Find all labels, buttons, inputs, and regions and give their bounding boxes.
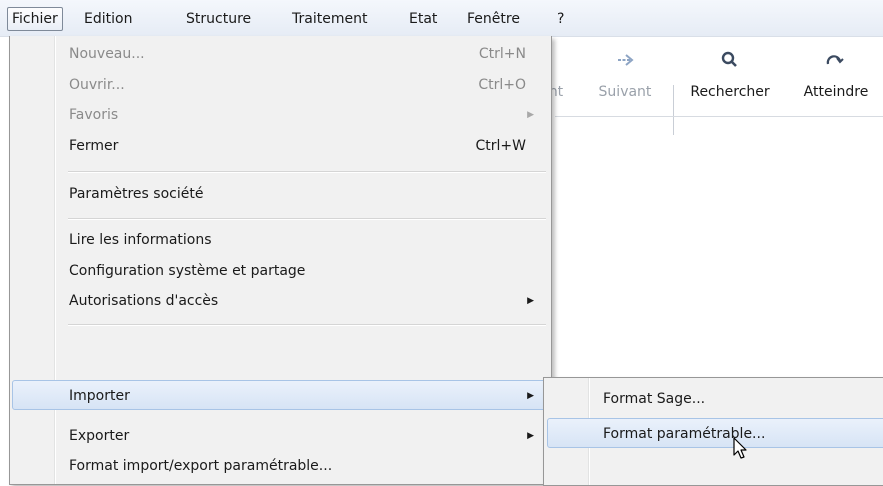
mouse-cursor-icon — [733, 437, 749, 465]
submenu-arrow-icon: ▶ — [527, 391, 534, 401]
menu-item-autorisations[interactable]: Autorisations d'accès ▶ — [12, 286, 547, 316]
toolbar-separator — [673, 85, 674, 135]
menu-item-ouvrir[interactable]: Ouvrir... Ctrl+O — [12, 70, 547, 100]
arrow-right-icon — [590, 49, 660, 71]
menu-item-format-import-export[interactable]: Format import/export paramétrable... — [12, 451, 547, 481]
goto-button[interactable]: Atteindre — [786, 37, 883, 105]
search-button[interactable]: Rechercher — [680, 37, 780, 105]
menu-item-exporter[interactable]: Exporter ▶ — [12, 421, 547, 451]
menu-edition[interactable]: Edition — [80, 8, 136, 30]
import-submenu: Format Sage... Format paramétrable... — [543, 377, 883, 486]
menu-item-label: Paramètres société — [69, 186, 204, 202]
menu-item-label: Format Sage... — [603, 391, 706, 407]
submenu-arrow-icon: ▶ — [527, 296, 534, 306]
menu-item-label: Fermer — [69, 138, 119, 154]
menu-etat[interactable]: Etat — [405, 8, 441, 30]
menu-help[interactable]: ? — [553, 8, 568, 30]
search-icon — [680, 49, 780, 71]
menu-item-format-parametrable[interactable]: Format paramétrable... — [547, 418, 883, 448]
menu-bar: Fichier Edition Structure Traitement Eta… — [0, 0, 883, 37]
menu-item-label: Lire les informations — [69, 232, 212, 248]
toolbar-border — [555, 116, 883, 117]
menu-traitement[interactable]: Traitement — [288, 8, 371, 30]
menu-item-label: Nouveau... — [69, 46, 145, 62]
goto-label: Atteindre — [803, 84, 869, 100]
submenu-arrow-icon: ▶ — [527, 110, 534, 120]
menu-item-lire-informations[interactable]: Lire les informations — [12, 225, 547, 255]
menu-separator — [68, 171, 546, 173]
shortcut-label: Ctrl+W — [475, 138, 526, 154]
menu-item-label: Configuration système et partage — [69, 263, 306, 279]
menu-item-format-sage[interactable]: Format Sage... — [547, 384, 883, 414]
submenu-arrow-icon: ▶ — [527, 431, 534, 441]
menu-item-label: Exporter — [69, 428, 130, 444]
next-label: Suivant — [598, 84, 652, 100]
next-button[interactable]: Suivant — [590, 37, 660, 105]
shortcut-label: Ctrl+N — [478, 46, 526, 62]
menu-fichier[interactable]: Fichier — [7, 7, 63, 31]
menu-item-nouveau[interactable]: Nouveau... Ctrl+N — [12, 39, 547, 69]
menu-item-label: Format import/export paramétrable... — [69, 458, 333, 474]
menu-item-label: Favoris — [69, 107, 119, 123]
menu-item-parametres-societe[interactable]: Paramètres société — [12, 179, 547, 209]
menu-item-label: Importer — [69, 388, 130, 404]
search-label: Rechercher — [690, 84, 770, 100]
menu-item-favoris[interactable]: Favoris ▶ — [12, 100, 547, 130]
menu-item-label: Ouvrir... — [69, 77, 125, 93]
shortcut-label: Ctrl+O — [478, 77, 526, 93]
menu-item-configuration-systeme[interactable]: Configuration système et partage — [12, 256, 547, 286]
menu-structure[interactable]: Structure — [182, 8, 255, 30]
menu-separator — [68, 324, 546, 326]
menu-item-label: Autorisations d'accès — [69, 293, 219, 309]
menu-fenetre[interactable]: Fenêtre — [463, 8, 524, 30]
menu-item-fermer[interactable]: Fermer Ctrl+W — [12, 131, 547, 161]
menu-item-importer[interactable]: Importer ▶ — [12, 380, 547, 410]
file-menu: Nouveau... Ctrl+N Ouvrir... Ctrl+O Favor… — [9, 36, 552, 485]
menu-separator — [68, 218, 546, 220]
redo-icon — [786, 49, 883, 71]
